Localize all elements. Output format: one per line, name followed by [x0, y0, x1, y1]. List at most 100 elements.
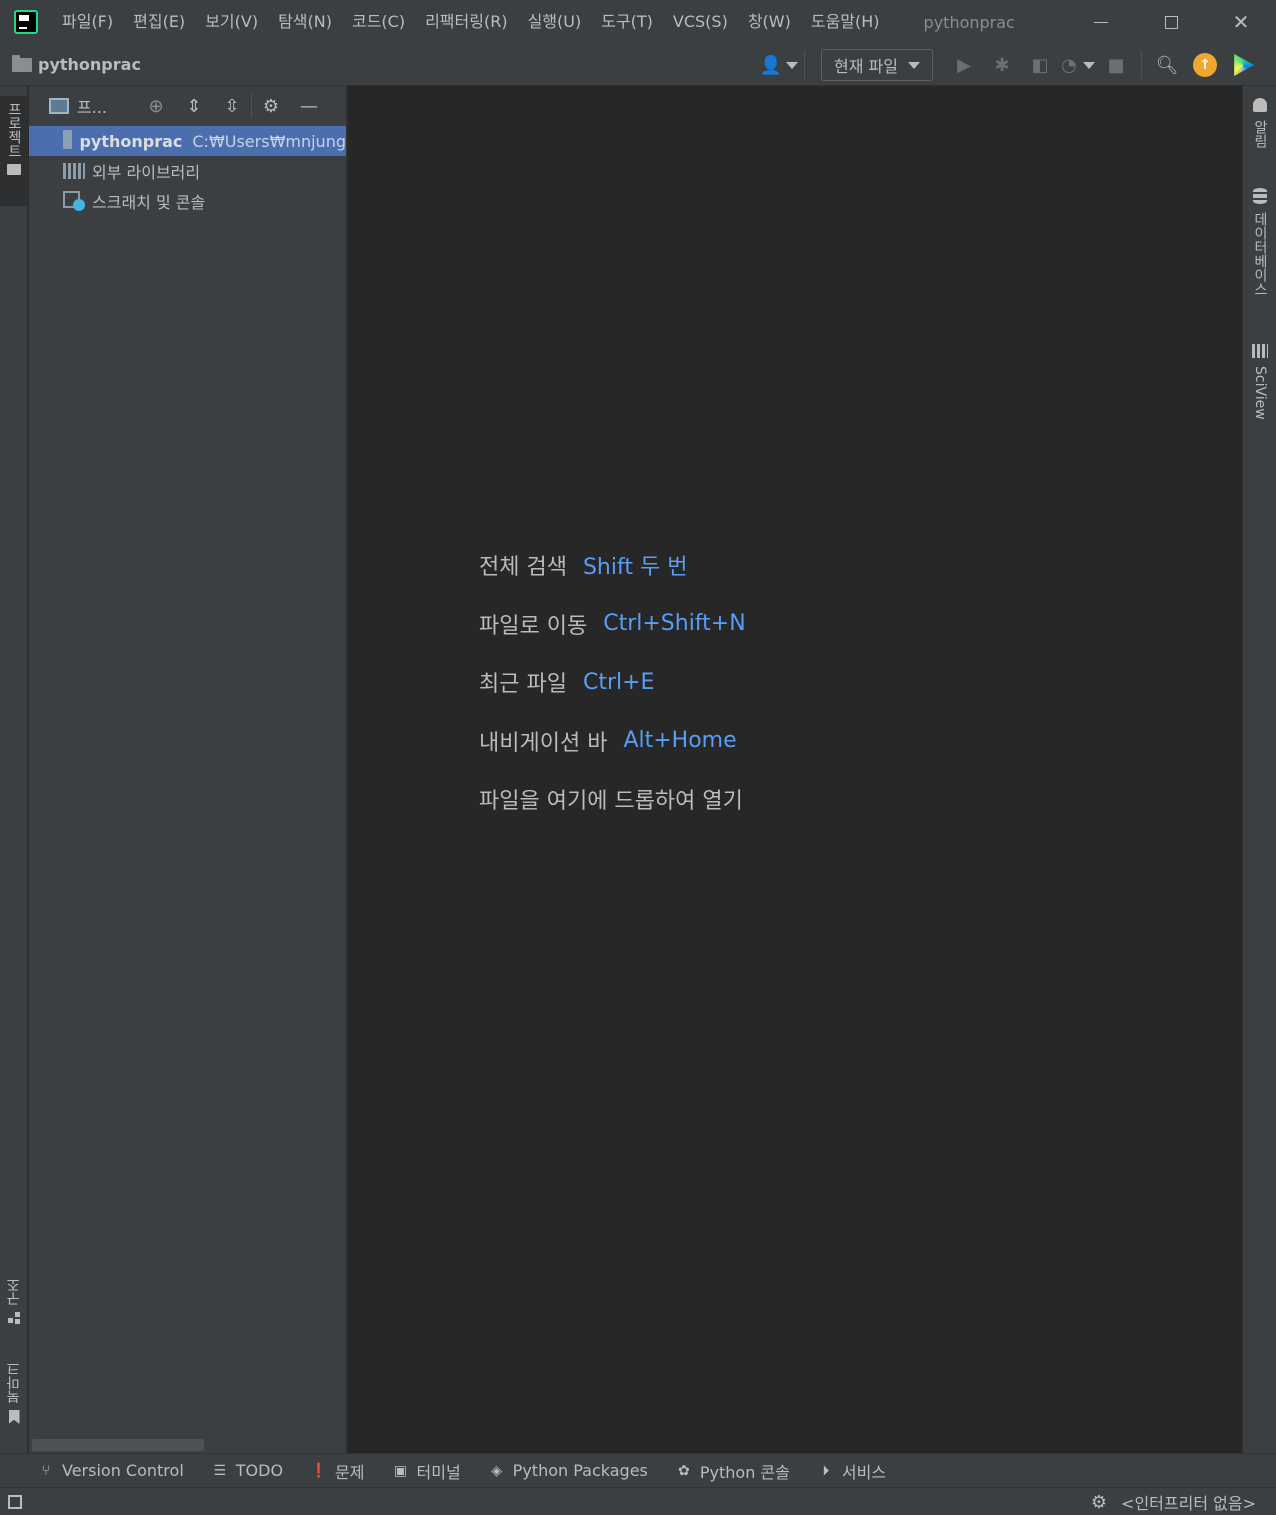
library-icon — [63, 163, 85, 179]
pycharm-logo-icon — [14, 10, 38, 34]
run-configuration-select[interactable]: 현재 파일 — [821, 49, 933, 81]
tool-tab-todo[interactable]: ☰ TODO — [212, 1461, 283, 1480]
interpreter-settings-icon: ⚙ — [1090, 1491, 1108, 1513]
menu-navigate[interactable]: 탐색(N) — [268, 0, 342, 44]
menu-vcs[interactable]: VCS(S) — [663, 0, 738, 44]
layers-icon: ◈ — [491, 1462, 503, 1479]
maximize-button[interactable] — [1136, 0, 1206, 44]
tool-tab-structure[interactable]: 구조 — [0, 1278, 28, 1340]
tree-item-scratches[interactable]: 스크래치 및 콘솔 — [29, 186, 346, 216]
interpreter-selector[interactable]: <인터프리터 없음> — [1121, 1490, 1256, 1514]
menu-help[interactable]: 도움말(H) — [801, 0, 890, 44]
hint-drop-files: 파일을 여기에 드롭하여 열기 — [479, 770, 759, 829]
database-icon — [1253, 188, 1267, 204]
hint-shortcut: Shift 두 번 — [582, 555, 688, 581]
window-title: pythonprac — [923, 12, 1015, 32]
horizontal-scrollbar[interactable] — [32, 1439, 204, 1451]
close-button[interactable]: ✕ — [1206, 0, 1276, 44]
folder-icon — [7, 164, 21, 175]
bottom-tool-bar: ⑂ Version Control ☰ TODO ❗ 문제 ▣ 터미널 ◈ Py… — [0, 1453, 1276, 1487]
hint-search-everywhere: 전체 검색 Shift 두 번 — [479, 536, 759, 595]
project-tool-window: 프... ⊕ ⇕ ⇳ ⚙ — pythonprac C:₩Users₩mnjun… — [29, 86, 347, 1453]
hide-panel-button[interactable]: — — [290, 86, 328, 126]
run-button[interactable]: ▶ — [945, 44, 983, 86]
tree-item-external-libraries[interactable]: 외부 라이브러리 — [29, 156, 346, 186]
gear-icon: ⚙ — [262, 95, 280, 117]
tool-tab-database[interactable]: 데이터베이스 — [1243, 188, 1276, 296]
tool-tab-services[interactable]: ⏵ 서비스 — [818, 1459, 886, 1483]
menu-tools[interactable]: 도구(T) — [591, 0, 663, 44]
minimize-icon — [1094, 21, 1108, 23]
menu-refactor[interactable]: 리팩터링(R) — [415, 0, 517, 44]
warning-icon: ❗ — [310, 1462, 328, 1479]
tool-tab-sciview[interactable]: SciView — [1243, 344, 1276, 420]
tool-tab-version-control[interactable]: ⑂ Version Control — [38, 1461, 184, 1480]
stop-button[interactable]: ■ — [1097, 44, 1135, 86]
hint-label: 내비게이션 바 — [479, 730, 608, 756]
update-arrow-icon: ↑ — [1193, 53, 1217, 77]
tool-tab-terminal[interactable]: ▣ 터미널 — [393, 1459, 461, 1483]
breadcrumb-project[interactable]: pythonprac — [38, 55, 141, 74]
menu-run[interactable]: 실행(U) — [518, 0, 592, 44]
tool-tab-python-packages[interactable]: ◈ Python Packages — [489, 1461, 648, 1480]
hint-recent-files: 최근 파일 Ctrl+E — [479, 653, 759, 712]
scratch-icon — [63, 191, 85, 211]
toolbar-separator — [804, 51, 806, 79]
tool-tab-database-label: 데이터베이스 — [1252, 212, 1268, 296]
hint-label: 파일로 이동 — [479, 613, 588, 639]
menu-window[interactable]: 창(W) — [738, 0, 801, 44]
menu-file[interactable]: 파일(F) — [52, 0, 123, 44]
tool-tab-project[interactable]: 프로젝트 — [0, 96, 28, 206]
status-bar: ⚙ <인터프리터 없음> — [0, 1487, 1276, 1515]
menu-code[interactable]: 코드(C) — [342, 0, 415, 44]
jetbrains-toolbox-button[interactable] — [1224, 44, 1262, 86]
tree-item-name: 외부 라이브러리 — [92, 163, 201, 182]
tool-tab-label: Python 콘솔 — [699, 1462, 790, 1482]
tool-tab-bookmarks-label: 북마크 — [6, 1362, 22, 1404]
tool-tab-label: TODO — [235, 1461, 284, 1480]
chevron-down-icon — [908, 61, 920, 69]
menu-view[interactable]: 보기(V) — [195, 0, 268, 44]
options-button[interactable]: ⚙ — [252, 86, 290, 126]
profile-button[interactable]: ◔ — [1059, 44, 1097, 86]
tool-tab-structure-label: 구조 — [6, 1278, 22, 1306]
status-right: ⚙ <인터프리터 없음> — [1091, 1488, 1256, 1515]
run-icon: ▶ — [957, 54, 971, 76]
coverage-icon: ◧ — [1031, 54, 1049, 76]
update-button[interactable]: ↑ — [1186, 44, 1224, 86]
chevron-down-icon — [786, 61, 799, 69]
locate-file-button[interactable]: ⊕ — [137, 86, 175, 126]
account-button[interactable]: 👤 — [760, 44, 799, 86]
project-panel-title[interactable]: 프... — [77, 94, 137, 118]
sciview-icon — [1252, 344, 1268, 358]
menu-edit[interactable]: 편집(E) — [123, 0, 195, 44]
list-icon: ☰ — [213, 1462, 227, 1479]
bug-icon: ✱ — [994, 54, 1010, 76]
debug-button[interactable]: ✱ — [983, 44, 1021, 86]
expand-all-button[interactable]: ⇕ — [175, 86, 213, 126]
tool-tab-problems[interactable]: ❗ 문제 — [310, 1459, 364, 1483]
tool-tab-label: Version Control — [62, 1461, 184, 1480]
tool-tab-bookmarks[interactable]: 북마크 — [0, 1362, 28, 1434]
tool-tab-python-console[interactable]: ✿ Python 콘솔 — [676, 1459, 790, 1483]
toggle-tool-windows-icon[interactable] — [8, 1494, 22, 1509]
services-icon: ⏵ — [822, 1462, 830, 1479]
tree-item-name: pythonprac — [79, 131, 183, 151]
tool-tab-label: 터미널 — [416, 1462, 461, 1482]
coverage-button[interactable]: ◧ — [1021, 44, 1059, 86]
project-tree: pythonprac C:₩Users₩mnjung 외부 라이브러리 스크래치… — [29, 126, 346, 216]
search-everywhere-button[interactable]: 🔍︎ — [1148, 44, 1186, 86]
minimize-button[interactable] — [1066, 0, 1136, 44]
stop-icon: ■ — [1107, 54, 1125, 76]
tree-item-project-root[interactable]: pythonprac C:₩Users₩mnjung — [29, 126, 346, 156]
editor-area[interactable]: 전체 검색 Shift 두 번 파일로 이동 Ctrl+Shift+N 최근 파… — [348, 86, 1242, 1453]
profile-icon: ◔ — [1061, 54, 1077, 76]
tool-tab-label: Python Packages — [512, 1461, 648, 1480]
tool-tab-project-label: 프로젝트 — [6, 102, 22, 158]
collapse-all-button[interactable]: ⇳ — [213, 86, 251, 126]
hint-shortcut: Ctrl+Shift+N — [603, 611, 746, 637]
main-toolbar: 👤 현재 파일 ▶ ✱ ◧ ◔ ■ 🔍︎ ↑ — [760, 44, 1262, 86]
tool-tab-notifications[interactable]: 알림 — [1243, 98, 1276, 148]
project-panel-header: 프... ⊕ ⇕ ⇳ ⚙ — — [29, 86, 346, 126]
structure-icon — [8, 1312, 20, 1324]
